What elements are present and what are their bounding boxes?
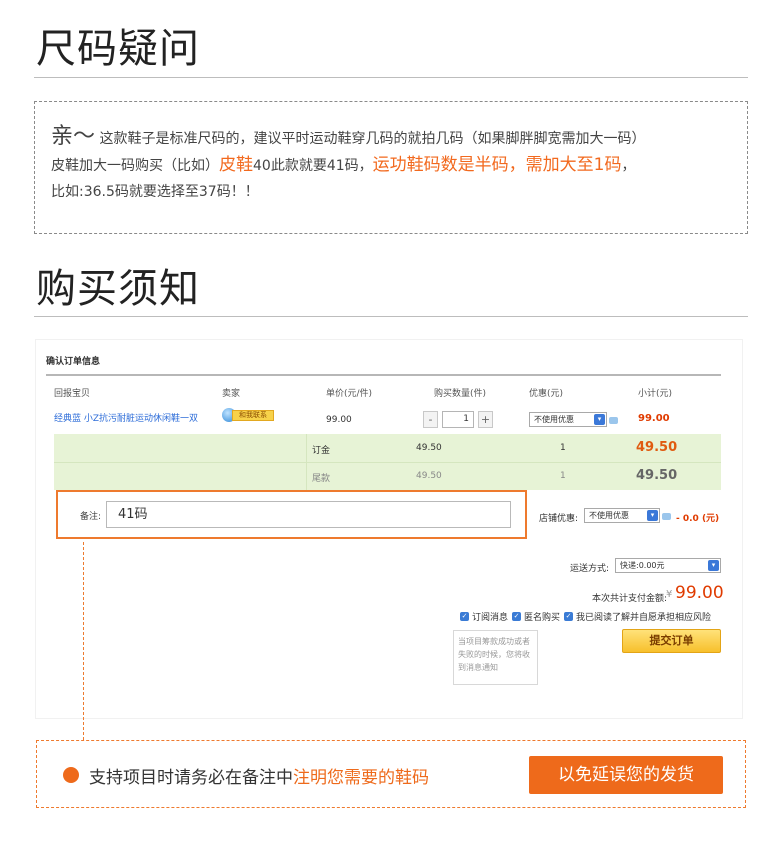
chevron-down-icon: ▾: [647, 510, 658, 521]
faq-greeting: 亲～: [51, 124, 96, 149]
checkbox-subscribe[interactable]: ✓: [460, 612, 469, 621]
qty-plus-button[interactable]: +: [478, 411, 493, 428]
subtotal-value: 99.00: [638, 413, 670, 424]
speech-bubble-icon: [662, 513, 671, 520]
balance-amount: 49.50: [416, 471, 442, 481]
faq-text: 皮鞋加大一码购买（比如）: [51, 158, 219, 174]
seller-chat-label: 和我联系: [232, 410, 274, 421]
shipping-label: 运送方式:: [570, 564, 610, 574]
pay-total-amount: 99.00: [675, 583, 724, 603]
order-title-rule: [46, 374, 721, 376]
divider: [34, 77, 748, 78]
reminder-text-a: 支持项目时请务必在备注中: [89, 768, 293, 788]
shop-discount-select-value: 不使用优惠: [589, 511, 629, 520]
reminder-highlight: 注明您需要的鞋码: [293, 768, 429, 788]
currency-sign: ¥: [666, 589, 673, 600]
order-confirm-panel: 确认订单信息 回报宝贝 卖家 单价(元/件) 购买数量(件) 优惠(元) 小计(…: [36, 340, 742, 718]
subscribe-label: 订阅消息: [472, 613, 509, 623]
deposit-total: 49.50: [636, 440, 678, 455]
shop-discount-select[interactable]: 不使用优惠 ▾: [584, 508, 660, 523]
pay-total-label: 本次共计支付金额:: [592, 594, 668, 604]
shop-discount-value: - 0.0 (元): [676, 514, 720, 524]
column-divider: [306, 434, 307, 490]
faq-text: ，: [621, 158, 636, 174]
chevron-down-icon: ▾: [708, 560, 719, 571]
faq-highlight: 皮鞋: [219, 155, 253, 175]
payment-breakdown: 订金 49.50 1 49.50 尾款 49.50 1 49.50: [54, 434, 721, 490]
agree-label: 我已阅读了解并自愿承担相应风险: [576, 613, 712, 623]
order-title: 确认订单信息: [46, 357, 101, 367]
faq-highlight: 运功鞋码数是半码，需加大至1码: [372, 155, 622, 175]
shipping-select[interactable]: 快递:0.00元 ▾: [615, 558, 721, 573]
speech-bubble-icon: [609, 417, 618, 424]
connector-line: [83, 542, 84, 740]
col-header-price: 单价(元/件): [326, 389, 373, 399]
note-label: 备注:: [80, 512, 102, 522]
faq-line-3: 比如:36.5码就要选择至37码！！: [51, 184, 259, 200]
row-divider: [54, 462, 721, 463]
size-faq-box: 亲～ 这款鞋子是标准尺码的，建议平时运动鞋穿几码的就拍几码（如果脚胖脚宽需加大一…: [34, 101, 748, 234]
faq-line-2: 皮鞋加大一码购买（比如）皮鞋40此款就要41码，运功鞋码数是半码，需加大至1码，: [51, 152, 733, 179]
section-title-purchase: 购买须知: [36, 266, 200, 312]
note-input[interactable]: 41码: [106, 501, 511, 528]
section-title-size: 尺码疑问: [36, 26, 200, 72]
deposit-label: 订金: [312, 446, 331, 456]
discount-select-value: 不使用优惠: [534, 415, 574, 424]
col-header-subtotal: 小计(元): [638, 389, 673, 399]
faq-text: 这款鞋子是标准尺码的，建议平时运动鞋穿几码的就拍几码（如果脚胖脚宽需加大一码）: [95, 131, 646, 147]
shipping-select-value: 快递:0.00元: [620, 561, 665, 570]
discount-select[interactable]: 不使用优惠 ▾: [529, 412, 607, 427]
col-header-discount: 优惠(元): [529, 389, 564, 399]
qty-minus-button[interactable]: -: [423, 411, 438, 428]
shop-discount-label: 店铺优惠:: [539, 514, 579, 524]
product-link[interactable]: 经典蓝 小Z抗污耐脏运动休闲鞋一双: [54, 411, 198, 424]
chevron-down-icon: ▾: [594, 414, 605, 425]
col-header-item: 回报宝贝: [54, 389, 91, 399]
bullet-dot-icon: [63, 767, 79, 783]
faq-text: 40此款就要41码，: [253, 158, 373, 174]
reminder-text: 支持项目时请务必在备注中注明您需要的鞋码: [89, 763, 429, 788]
checkbox-agree[interactable]: ✓: [564, 612, 573, 621]
note-highlight-frame: 备注: 41码: [56, 490, 527, 539]
balance-count: 1: [560, 471, 566, 481]
faq-line-1: 亲～ 这款鞋子是标准尺码的，建议平时运动鞋穿几码的就拍几码（如果脚胖脚宽需加大一…: [51, 124, 733, 152]
notification-tip: 当项目筹款成功或者失败的时候，您将收到消息通知: [453, 630, 538, 685]
size-reminder-box: 支持项目时请务必在备注中注明您需要的鞋码 以免延误您的发货: [36, 740, 746, 808]
checkbox-anonymous[interactable]: ✓: [512, 612, 521, 621]
qty-input[interactable]: 1: [442, 411, 474, 428]
balance-total: 49.50: [636, 468, 678, 483]
seller-chat-button[interactable]: 和我联系: [222, 408, 274, 422]
col-header-seller: 卖家: [222, 389, 241, 399]
balance-label: 尾款: [312, 474, 331, 484]
divider: [34, 316, 748, 317]
deposit-count: 1: [560, 443, 566, 453]
deposit-amount: 49.50: [416, 443, 442, 453]
anonymous-label: 匿名购买: [524, 613, 561, 623]
unit-price: 99.00: [326, 415, 352, 425]
submit-order-button[interactable]: 提交订单: [622, 629, 721, 653]
col-header-qty: 购买数量(件): [434, 389, 487, 399]
reminder-badge: 以免延误您的发货: [529, 756, 723, 794]
